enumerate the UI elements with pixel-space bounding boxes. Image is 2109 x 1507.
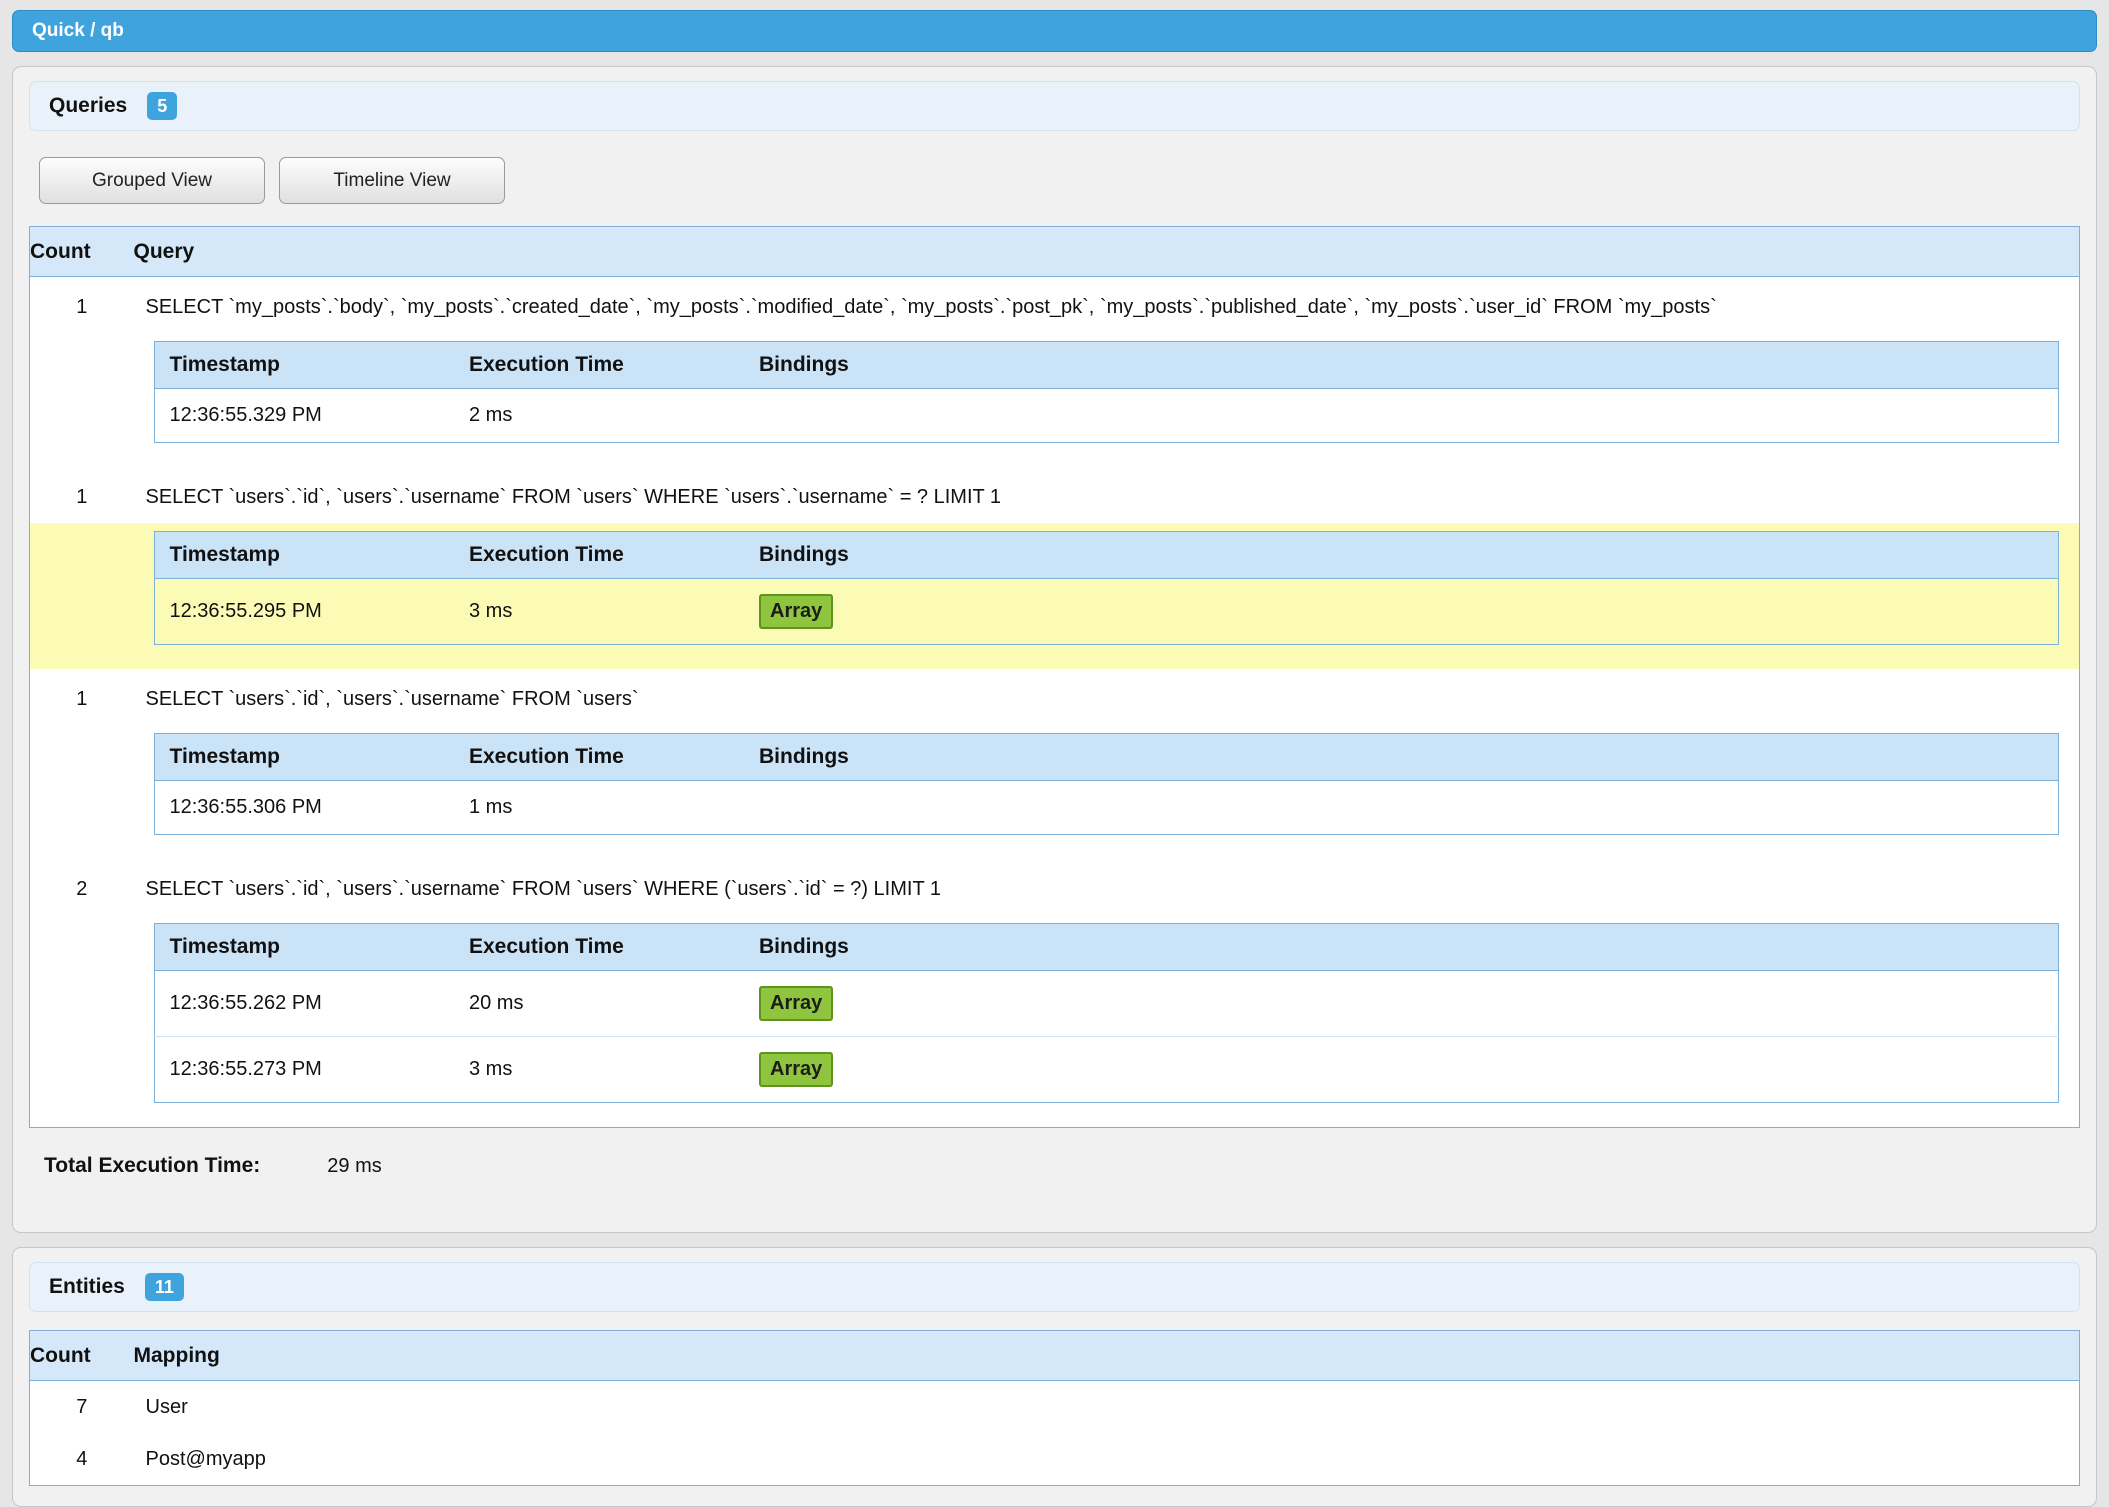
empty-count-cell — [30, 915, 134, 1128]
execution-time-column-header: Execution Time — [454, 342, 744, 389]
executions-cell: Timestamp Execution Time Bindings 12:36:… — [134, 915, 2080, 1128]
empty-count-cell — [30, 725, 134, 859]
entity-count: 4 — [30, 1433, 134, 1486]
grouped-view-button[interactable]: Grouped View — [39, 157, 265, 204]
timestamp-column-header: Timestamp — [154, 532, 454, 579]
executions-cell: Timestamp Execution Time Bindings 12:36:… — [134, 333, 2080, 467]
execution-bindings: Array — [744, 579, 2059, 645]
execution-time: 2 ms — [454, 389, 744, 443]
executions-table: Timestamp Execution Time Bindings 12:36:… — [154, 341, 2060, 443]
entities-count-column-header: Count — [30, 1331, 134, 1381]
executions-header-row: Timestamp Execution Time Bindings — [154, 342, 2059, 389]
entity-count: 7 — [30, 1381, 134, 1434]
query-executions-row-highlighted: Timestamp Execution Time Bindings 12:36:… — [30, 523, 2080, 669]
entities-mapping-column-header: Mapping — [134, 1331, 2080, 1381]
queries-table: Count Query 1 SELECT `my_posts`.`body`, … — [29, 226, 2080, 1128]
query-group-row: 1 SELECT `my_posts`.`body`, `my_posts`.`… — [30, 277, 2080, 334]
execution-bindings: Array — [744, 971, 2059, 1037]
query-column-header: Query — [134, 227, 2080, 277]
queries-section-header[interactable]: Queries 5 — [29, 81, 2080, 131]
page-title: Quick / qb — [32, 20, 124, 42]
execution-bindings — [744, 389, 2059, 443]
execution-time: 3 ms — [454, 579, 744, 645]
query-executions-row: Timestamp Execution Time Bindings 12:36:… — [30, 915, 2080, 1128]
query-sql: SELECT `users`.`id`, `users`.`username` … — [134, 467, 2080, 523]
entities-table-header-row: Count Mapping — [30, 1331, 2080, 1381]
queries-table-header-row: Count Query — [30, 227, 2080, 277]
query-executions-row: Timestamp Execution Time Bindings 12:36:… — [30, 725, 2080, 859]
query-group-row: 2 SELECT `users`.`id`, `users`.`username… — [30, 859, 2080, 915]
entity-mapping: User — [134, 1381, 2080, 1434]
bindings-column-header: Bindings — [744, 342, 2059, 389]
query-sql: SELECT `users`.`id`, `users`.`username` … — [134, 669, 2080, 725]
execution-time-column-header: Execution Time — [454, 734, 744, 781]
executions-cell: Timestamp Execution Time Bindings 12:36:… — [134, 725, 2080, 859]
execution-row: 12:36:55.295 PM 3 ms Array — [154, 579, 2059, 645]
total-execution-time-value: 29 ms — [327, 1155, 381, 1178]
execution-timestamp: 12:36:55.329 PM — [154, 389, 454, 443]
execution-timestamp: 12:36:55.306 PM — [154, 781, 454, 835]
execution-bindings — [744, 781, 2059, 835]
executions-header-row: Timestamp Execution Time Bindings — [154, 734, 2059, 781]
executions-header-row: Timestamp Execution Time Bindings — [154, 924, 2059, 971]
entities-count-badge: 11 — [145, 1273, 184, 1301]
count-column-header: Count — [30, 227, 134, 277]
timestamp-column-header: Timestamp — [154, 342, 454, 389]
timestamp-column-header: Timestamp — [154, 734, 454, 781]
query-sql: SELECT `users`.`id`, `users`.`username` … — [134, 859, 2080, 915]
query-count: 1 — [30, 467, 134, 523]
query-sql: SELECT `my_posts`.`body`, `my_posts`.`cr… — [134, 277, 2080, 334]
execution-row: 12:36:55.273 PM 3 ms Array — [154, 1037, 2059, 1103]
entities-section-header[interactable]: Entities 11 — [29, 1262, 2080, 1312]
executions-table: Timestamp Execution Time Bindings 12:36:… — [154, 733, 2060, 835]
executions-table: Timestamp Execution Time Bindings 12:36:… — [154, 531, 2060, 645]
entities-table: Count Mapping 7 User 4 Post@myapp — [29, 1330, 2080, 1486]
entities-panel: Entities 11 Count Mapping 7 User 4 Post@… — [12, 1247, 2097, 1507]
execution-bindings: Array — [744, 1037, 2059, 1103]
queries-count-badge: 5 — [147, 92, 177, 120]
executions-cell: Timestamp Execution Time Bindings 12:36:… — [134, 523, 2080, 669]
empty-count-cell — [30, 333, 134, 467]
execution-timestamp: 12:36:55.295 PM — [154, 579, 454, 645]
query-count: 1 — [30, 277, 134, 334]
entities-title: Entities — [49, 1275, 125, 1299]
query-count: 1 — [30, 669, 134, 725]
query-group-row: 1 SELECT `users`.`id`, `users`.`username… — [30, 467, 2080, 523]
entity-row: 7 User — [30, 1381, 2080, 1434]
executions-table: Timestamp Execution Time Bindings 12:36:… — [154, 923, 2060, 1103]
timestamp-column-header: Timestamp — [154, 924, 454, 971]
timeline-view-button[interactable]: Timeline View — [279, 157, 505, 204]
execution-time-column-header: Execution Time — [454, 924, 744, 971]
execution-row: 12:36:55.329 PM 2 ms — [154, 389, 2059, 443]
total-execution-time-label: Total Execution Time: — [44, 1154, 260, 1178]
execution-time: 3 ms — [454, 1037, 744, 1103]
execution-time-column-header: Execution Time — [454, 532, 744, 579]
execution-row: 12:36:55.262 PM 20 ms Array — [154, 971, 2059, 1037]
bindings-column-header: Bindings — [744, 924, 2059, 971]
execution-time: 20 ms — [454, 971, 744, 1037]
execution-timestamp: 12:36:55.262 PM — [154, 971, 454, 1037]
queries-panel: Queries 5 Grouped View Timeline View Cou… — [12, 66, 2097, 1233]
query-count: 2 — [30, 859, 134, 915]
query-group-row: 1 SELECT `users`.`id`, `users`.`username… — [30, 669, 2080, 725]
bindings-array-badge[interactable]: Array — [759, 1052, 833, 1087]
empty-count-cell — [30, 523, 134, 669]
queries-title: Queries — [49, 94, 127, 118]
entity-mapping: Post@myapp — [134, 1433, 2080, 1486]
bindings-column-header: Bindings — [744, 734, 2059, 781]
entity-row: 4 Post@myapp — [30, 1433, 2080, 1486]
bindings-column-header: Bindings — [744, 532, 2059, 579]
total-execution-time: Total Execution Time: 29 ms — [44, 1154, 2080, 1178]
app-header: Quick / qb — [12, 10, 2097, 52]
bindings-array-badge[interactable]: Array — [759, 594, 833, 629]
execution-timestamp: 12:36:55.273 PM — [154, 1037, 454, 1103]
view-toggle-group: Grouped View Timeline View — [39, 157, 2080, 204]
execution-row: 12:36:55.306 PM 1 ms — [154, 781, 2059, 835]
execution-time: 1 ms — [454, 781, 744, 835]
executions-header-row: Timestamp Execution Time Bindings — [154, 532, 2059, 579]
bindings-array-badge[interactable]: Array — [759, 986, 833, 1021]
query-executions-row: Timestamp Execution Time Bindings 12:36:… — [30, 333, 2080, 467]
